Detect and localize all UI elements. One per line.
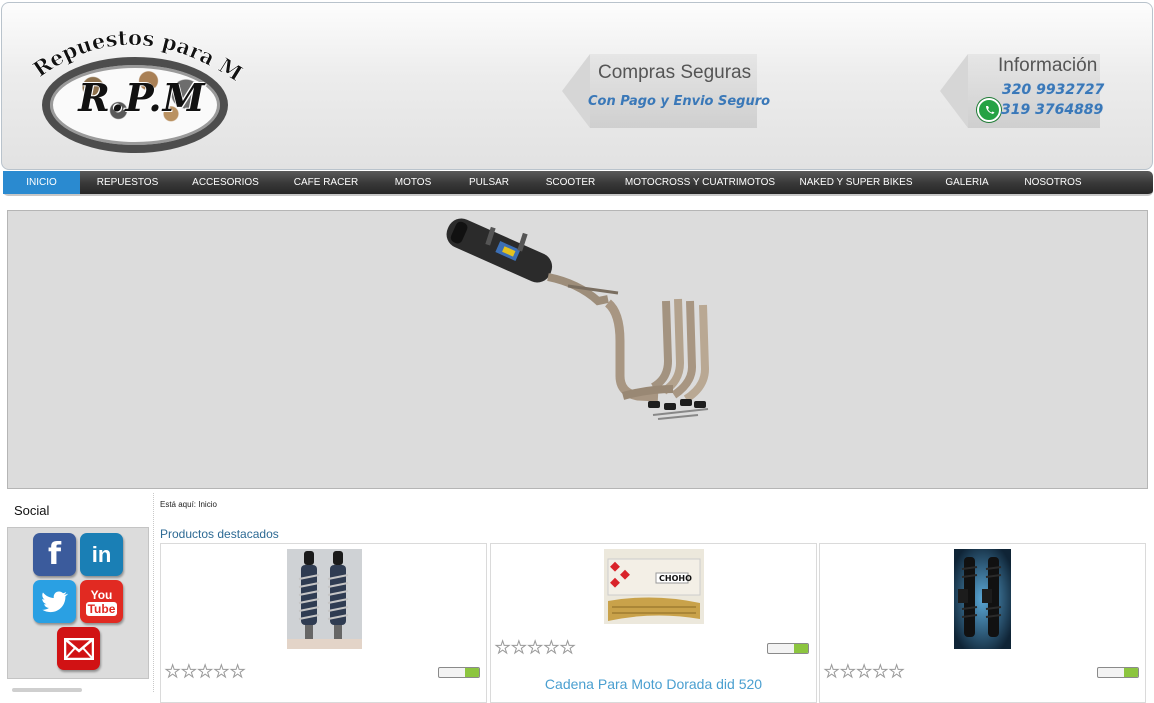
rating-stars[interactable]: ★ ★ ★ ★ ★: [164, 663, 245, 681]
svg-text:CHOHO: CHOHO: [659, 574, 692, 583]
facebook-icon[interactable]: f: [33, 533, 76, 576]
star-icon[interactable]: ★: [229, 663, 245, 681]
stock-indicator: [767, 643, 809, 654]
nav-item-naked-super-bikes[interactable]: NAKED Y SUPER BIKES: [787, 171, 925, 194]
star-icon[interactable]: ★: [888, 663, 904, 681]
nav-item-pulsar[interactable]: PULSAR: [450, 171, 528, 194]
main-navigation: INICIO REPUESTOS ACCESORIOS CAFE RACER M…: [3, 171, 1153, 196]
star-icon[interactable]: ★: [840, 663, 856, 681]
linkedin-icon[interactable]: in: [80, 533, 123, 576]
breadcrumb: Está aquí: Inicio: [160, 500, 217, 509]
stock-indicator: [438, 667, 480, 678]
youtube-line2: Tube: [85, 601, 118, 616]
secure-purchase-badge: Compras Seguras Con Pago y Envio Seguro: [562, 54, 770, 128]
contact-info-title: Información: [998, 55, 1098, 76]
sidebar-divider: [153, 493, 154, 692]
site-logo[interactable]: Repuestos para Motos R.P.M: [30, 17, 245, 157]
linkedin-glyph: in: [91, 541, 112, 567]
logo-mark: R.P.M: [78, 75, 206, 120]
whatsapp-icon[interactable]: [977, 98, 1001, 122]
phone-number-2[interactable]: 319 3764889: [1001, 102, 1103, 118]
secure-purchase-subtitle: Con Pago y Envio Seguro: [588, 94, 771, 109]
phone-number-1[interactable]: 320 9932727: [1002, 82, 1104, 98]
facebook-glyph: f: [47, 537, 62, 572]
product-card[interactable]: ★ ★ ★ ★ ★: [160, 543, 487, 703]
star-icon[interactable]: ★: [511, 639, 527, 657]
product-image-chain[interactable]: CHOHO: [604, 549, 704, 624]
youtube-icon[interactable]: You Tube: [80, 580, 123, 623]
star-icon[interactable]: ★: [181, 663, 197, 681]
star-icon[interactable]: ★: [872, 663, 888, 681]
secure-purchase-title: Compras Seguras: [598, 62, 752, 83]
star-icon[interactable]: ★: [494, 639, 510, 657]
rating-stars[interactable]: ★ ★ ★ ★ ★: [823, 663, 904, 681]
star-icon[interactable]: ★: [856, 663, 872, 681]
product-card[interactable]: CHOHO ★ ★ ★ ★ ★ Cadena Para Moto Dorada did …: [490, 543, 817, 703]
nav-item-motos[interactable]: MOTOS: [376, 171, 450, 194]
social-links-panel: f in You Tube: [7, 527, 149, 679]
stock-indicator: [1097, 667, 1139, 678]
exhaust-system-image: [446, 218, 710, 420]
star-icon[interactable]: ★: [527, 639, 543, 657]
star-icon[interactable]: ★: [823, 663, 839, 681]
nav-item-motocross[interactable]: MOTOCROSS Y CUATRIMOTOS: [613, 171, 787, 194]
nav-item-repuestos[interactable]: REPUESTOS: [80, 171, 175, 194]
product-card[interactable]: ★ ★ ★ ★ ★: [819, 543, 1146, 703]
youtube-line1: You: [90, 587, 113, 602]
nav-item-galeria[interactable]: GALERIA: [925, 171, 1009, 194]
product-name[interactable]: Cadena Para Moto Dorada did 520: [491, 676, 816, 692]
product-image-shock-absorbers[interactable]: [287, 549, 362, 649]
nav-item-cafe-racer[interactable]: CAFE RACER: [276, 171, 376, 194]
site-header: Repuestos para Motos R.P.M Compras Segur…: [1, 2, 1153, 170]
twitter-icon[interactable]: [33, 580, 76, 623]
featured-products-title: Productos destacados: [160, 527, 279, 541]
social-title: Social: [14, 503, 50, 518]
star-icon[interactable]: ★: [213, 663, 229, 681]
star-icon[interactable]: ★: [164, 663, 180, 681]
hero-banner[interactable]: [7, 210, 1148, 489]
contact-info-badge: Información 320 9932727 319 3764889: [940, 54, 1104, 128]
nav-item-scooter[interactable]: SCOOTER: [528, 171, 613, 194]
nav-item-nosotros[interactable]: NOSOTROS: [1009, 171, 1097, 194]
nav-item-inicio[interactable]: INICIO: [3, 171, 80, 194]
email-icon[interactable]: [57, 627, 100, 670]
product-image-rear-shocks[interactable]: [954, 549, 1011, 649]
nav-item-accesorios[interactable]: ACCESORIOS: [175, 171, 276, 194]
sidebar-next-module: [12, 688, 82, 692]
star-icon[interactable]: ★: [559, 639, 575, 657]
star-icon[interactable]: ★: [197, 663, 213, 681]
rating-stars[interactable]: ★ ★ ★ ★ ★: [494, 639, 575, 657]
star-icon[interactable]: ★: [543, 639, 559, 657]
